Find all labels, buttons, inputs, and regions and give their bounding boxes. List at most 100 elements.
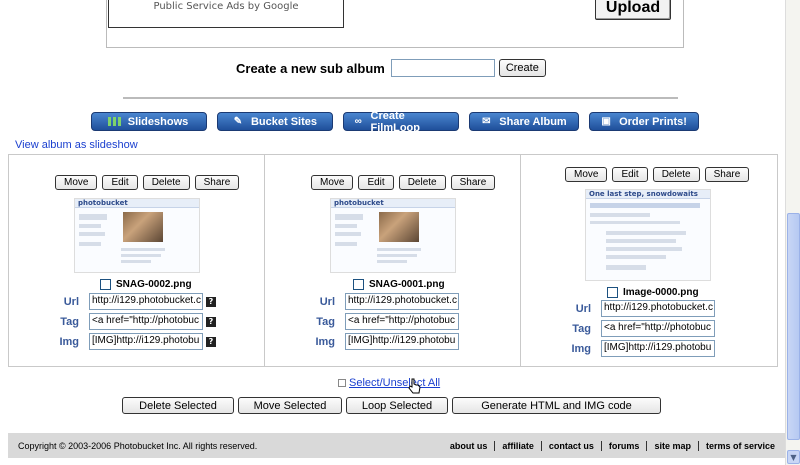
move-button[interactable]: Move xyxy=(311,175,354,190)
loop-selected-button[interactable]: Loop Selected xyxy=(346,397,448,414)
create-subalbum-button[interactable]: Create xyxy=(498,59,546,77)
footer-link-terms[interactable]: terms of service xyxy=(699,441,775,451)
tag-label: Tag xyxy=(60,315,79,328)
share-button[interactable]: Share xyxy=(194,175,240,190)
footer-link-about[interactable]: about us xyxy=(443,440,496,451)
order-prints-button[interactable]: ▣ Order Prints! xyxy=(589,112,699,131)
ad-text: Public Service Ads by Google xyxy=(153,1,299,12)
scrollbar-thumb[interactable] xyxy=(787,213,800,440)
bucket-sites-label: Bucket Sites xyxy=(250,115,318,128)
select-all-checkbox[interactable] xyxy=(338,379,346,387)
move-button[interactable]: Move xyxy=(565,167,608,182)
filename-label: SNAG-0002.png xyxy=(116,279,192,290)
url-row: Url http://i129.photobucket.c xyxy=(307,293,459,310)
filmloop-icon: ∞ xyxy=(354,116,362,127)
thumb-body xyxy=(75,208,199,272)
image-thumbnail[interactable]: photobucket xyxy=(74,198,200,273)
delete-button[interactable]: Delete xyxy=(142,175,190,190)
tag-field[interactable]: <a href="http://photobuc xyxy=(601,320,715,337)
prints-icon: ▣ xyxy=(601,116,611,127)
footer: Copyright © 2003-2006 Photobucket Inc. A… xyxy=(8,433,785,458)
tag-field[interactable]: <a href="http://photobuc xyxy=(345,313,459,330)
edit-button[interactable]: Edit xyxy=(102,175,138,190)
copyright-text: Copyright © 2003-2006 Photobucket Inc. A… xyxy=(18,440,258,451)
subalbum-name-input[interactable] xyxy=(390,59,495,77)
upload-button[interactable]: Upload xyxy=(595,0,671,20)
footer-link-forums[interactable]: forums xyxy=(602,440,648,451)
url-row: Url http://i129.photobucket.c ? xyxy=(51,293,216,310)
select-all-link[interactable]: Select/Unselect All xyxy=(349,377,440,389)
thumb-body xyxy=(586,199,710,280)
slideshows-button[interactable]: Slideshows xyxy=(91,112,207,131)
url-row: Url http://i129.photobucket.c xyxy=(563,300,715,317)
tag-label: Tag xyxy=(316,315,335,328)
img-field[interactable]: [IMG]http://i129.photobu xyxy=(601,340,715,357)
image-thumbnail[interactable]: photobucket xyxy=(330,198,456,273)
album-toolbar: Slideshows ✎ Bucket Sites ∞ Create FilmL… xyxy=(91,109,699,134)
image-select-checkbox[interactable] xyxy=(100,279,111,290)
img-label: Img xyxy=(59,335,79,348)
help-icon[interactable]: ? xyxy=(206,336,216,347)
divider xyxy=(123,97,678,99)
img-field[interactable]: [IMG]http://i129.photobu xyxy=(345,333,459,350)
filename-row: SNAG-0001.png xyxy=(353,279,445,290)
create-subalbum-row: Create a new sub album Create xyxy=(236,59,546,77)
select-all-row: Select/Unselect All xyxy=(338,377,440,389)
share-album-label: Share Album xyxy=(499,115,567,128)
image-thumbnail[interactable]: One last step, snowdowaits xyxy=(585,189,711,281)
filename-label: Image-0000.png xyxy=(623,287,699,298)
url-label: Url xyxy=(319,295,335,308)
tag-label: Tag xyxy=(572,322,591,335)
delete-button[interactable]: Delete xyxy=(652,167,700,182)
footer-link-sitemap[interactable]: site map xyxy=(647,440,699,451)
tag-row: Tag <a href="http://photobuc ? xyxy=(51,313,216,330)
image-cell: Move Edit Delete Share photobucket SNAG-… xyxy=(265,155,521,366)
share-album-button[interactable]: ✉ Share Album xyxy=(469,112,579,131)
view-album-slideshow-link[interactable]: View album as slideshow xyxy=(15,139,138,151)
scroll-down-icon[interactable]: ▼ xyxy=(787,450,800,464)
url-field[interactable]: http://i129.photobucket.c xyxy=(89,293,203,310)
footer-link-contact[interactable]: contact us xyxy=(542,440,602,451)
thumb-header: photobucket xyxy=(331,199,455,208)
ad-box[interactable]: Public Service Ads by Google xyxy=(108,0,344,28)
img-label: Img xyxy=(571,342,591,355)
url-field[interactable]: http://i129.photobucket.c xyxy=(345,293,459,310)
delete-button[interactable]: Delete xyxy=(398,175,446,190)
move-button[interactable]: Move xyxy=(55,175,98,190)
url-field[interactable]: http://i129.photobucket.c xyxy=(601,300,715,317)
tag-field[interactable]: <a href="http://photobuc xyxy=(89,313,203,330)
share-button[interactable]: Share xyxy=(450,175,496,190)
img-field[interactable]: [IMG]http://i129.photobu xyxy=(89,333,203,350)
footer-links: about us affiliate contact us forums sit… xyxy=(443,440,775,451)
generate-code-button[interactable]: Generate HTML and IMG code xyxy=(452,397,661,414)
image-cell: Move Edit Delete Share One last step, sn… xyxy=(521,155,777,366)
image-actions: Move Edit Delete Share xyxy=(311,175,496,190)
share-button[interactable]: Share xyxy=(704,167,750,182)
delete-selected-button[interactable]: Delete Selected xyxy=(122,397,234,414)
tag-row: Tag <a href="http://photobuc xyxy=(307,313,459,330)
filename-label: SNAG-0001.png xyxy=(369,279,445,290)
bucket-sites-button[interactable]: ✎ Bucket Sites xyxy=(217,112,333,131)
slideshows-label: Slideshows xyxy=(127,115,189,128)
order-prints-label: Order Prints! xyxy=(619,115,687,128)
filename-row: SNAG-0002.png xyxy=(100,279,192,290)
image-select-checkbox[interactable] xyxy=(607,287,618,298)
help-icon[interactable]: ? xyxy=(206,296,216,307)
url-label: Url xyxy=(575,302,591,315)
image-select-checkbox[interactable] xyxy=(353,279,364,290)
move-selected-button[interactable]: Move Selected xyxy=(238,397,342,414)
edit-button[interactable]: Edit xyxy=(612,167,648,182)
url-label: Url xyxy=(63,295,79,308)
vertical-scrollbar[interactable]: ▼ xyxy=(785,0,800,465)
thumb-body xyxy=(331,208,455,272)
bucket-icon: ✎ xyxy=(233,116,243,127)
img-row: Img [IMG]http://i129.photobu xyxy=(563,340,715,357)
image-actions: Move Edit Delete Share xyxy=(55,175,240,190)
create-filmloop-label: Create FilmLoop xyxy=(370,109,421,134)
footer-link-affiliate[interactable]: affiliate xyxy=(495,440,542,451)
slideshow-icon xyxy=(107,117,122,126)
edit-button[interactable]: Edit xyxy=(358,175,394,190)
create-filmloop-button[interactable]: ∞ Create FilmLoop xyxy=(343,109,459,134)
help-icon[interactable]: ? xyxy=(206,316,216,327)
bulk-actions: Delete Selected Move Selected Loop Selec… xyxy=(122,397,661,414)
